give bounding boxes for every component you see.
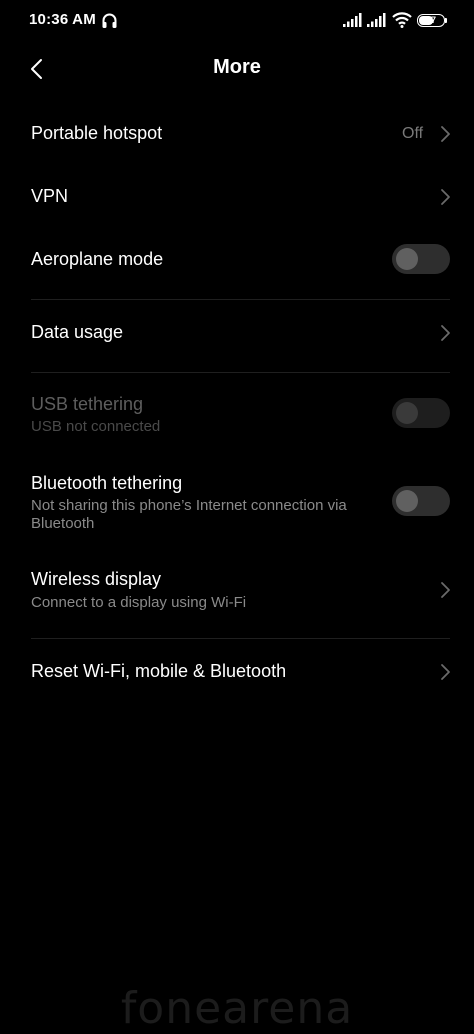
item-title: VPN [31, 186, 69, 206]
bluetooth-tethering-toggle[interactable] [392, 486, 450, 516]
headset-icon [102, 13, 117, 28]
chevron-right-icon [441, 325, 450, 341]
chevron-right-icon [441, 189, 450, 205]
item-title: Bluetooth tethering [31, 473, 183, 493]
aeroplane-mode-toggle[interactable] [392, 244, 450, 274]
settings-item-wireless-display[interactable]: Wireless display Connect to a display us… [0, 558, 474, 622]
settings-item-data-usage[interactable]: Data usage [0, 305, 474, 363]
item-title: USB tethering [31, 394, 144, 414]
signal-icon [343, 13, 362, 27]
item-subtitle: Connect to a display using Wi-Fi [31, 594, 247, 611]
divider [31, 299, 450, 300]
divider [31, 372, 450, 373]
item-title: Portable hotspot [31, 123, 163, 143]
settings-item-vpn[interactable]: VPN [0, 168, 474, 226]
settings-item-reset-network[interactable]: Reset Wi-Fi, mobile & Bluetooth [0, 643, 474, 701]
item-title: Reset Wi-Fi, mobile & Bluetooth [31, 661, 287, 681]
header: More [0, 44, 474, 92]
divider [31, 638, 450, 639]
item-title: Wireless display [31, 569, 162, 589]
settings-item-usb-tethering[interactable]: USB tethering USB not connected [0, 384, 474, 444]
battery-indicator: 57 [417, 14, 447, 27]
item-subtitle: USB not connected [31, 418, 161, 435]
toggle-knob [396, 402, 418, 424]
watermark: fonearena [120, 983, 354, 1034]
page-title: More [213, 56, 261, 78]
settings-item-portable-hotspot[interactable]: Portable hotspot Off [0, 105, 474, 163]
settings-item-bluetooth-tethering[interactable]: Bluetooth tethering Not sharing this pho… [0, 462, 474, 540]
chevron-right-icon [441, 664, 450, 680]
toggle-knob [396, 248, 418, 270]
item-value: Off [402, 125, 424, 142]
item-subtitle: Not sharing this phone’s Internet connec… [31, 497, 347, 532]
chevron-right-icon [441, 126, 450, 142]
usb-tethering-toggle[interactable] [392, 398, 450, 428]
chevron-right-icon [441, 582, 450, 598]
item-title: Aeroplane mode [31, 249, 164, 269]
wifi-icon [392, 12, 412, 28]
battery-level: 57 [425, 15, 436, 25]
signal-icon [367, 13, 386, 27]
status-time: 10:36 AM [29, 11, 96, 28]
settings-item-aeroplane-mode[interactable]: Aeroplane mode [0, 231, 474, 289]
item-title: Data usage [31, 322, 124, 342]
battery-tip [445, 18, 447, 23]
status-bar: 10:36 AM 57 [0, 0, 474, 40]
toggle-knob [396, 490, 418, 512]
